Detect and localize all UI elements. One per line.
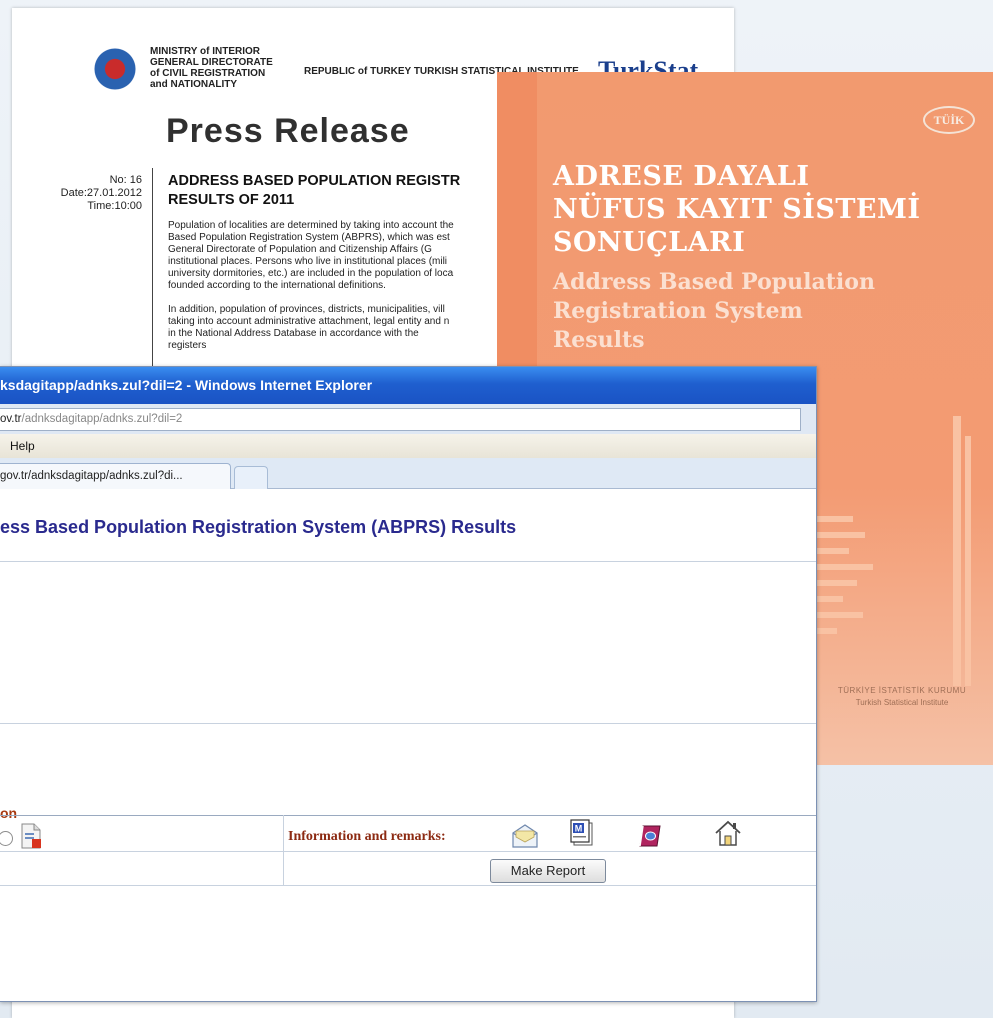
- menu-item-help[interactable]: Help: [10, 434, 35, 458]
- browser-window: ksdagitapp/adnks.zul?dil=2 - Windows Int…: [0, 366, 817, 1002]
- tab-bar: gov.tr/adnksdagitapp/adnks.zul?di...: [0, 458, 816, 489]
- cover-publisher-turkish: TÜRKİYE İSTATİSTİK KURUMU: [837, 686, 967, 695]
- envelope-icon[interactable]: [510, 823, 540, 849]
- new-tab-button[interactable]: [234, 466, 268, 489]
- content-divider: [0, 723, 816, 724]
- section-label-fragment: on: [0, 805, 18, 821]
- address-domain: ov.tr: [0, 413, 22, 425]
- address-path: /adnksdagitapp/adnks.zul?dil=2: [21, 413, 183, 425]
- home-icon[interactable]: [714, 819, 742, 847]
- address-bar-row: ov.tr/adnksdagitapp/adnks.zul?dil=2: [0, 404, 816, 435]
- press-release-meta: No: 16 Date:27.01.2012 Time:10:00: [60, 174, 142, 212]
- document-chart-icon[interactable]: [20, 823, 42, 849]
- cover-publisher-english: Turkish Statistical Institute: [855, 698, 949, 707]
- panel-divider: [0, 851, 816, 852]
- panel-divider: [0, 815, 816, 816]
- tab-adnks[interactable]: gov.tr/adnksdagitapp/adnks.zul?di...: [0, 463, 231, 489]
- book-icon[interactable]: [638, 823, 664, 849]
- meta-divider: [152, 168, 153, 373]
- browser-title: ksdagitapp/adnks.zul?dil=2 - Windows Int…: [0, 377, 373, 393]
- report-format-radio[interactable]: [0, 831, 13, 846]
- panel-column-divider: [283, 815, 284, 885]
- press-release-headline: ADDRESS BASED POPULATION REGISTR RESULTS…: [168, 173, 461, 208]
- info-remarks-label: Information and remarks:: [288, 829, 446, 844]
- browser-title-bar[interactable]: ksdagitapp/adnks.zul?dil=2 - Windows Int…: [0, 367, 816, 404]
- ministry-seal-logo: [92, 46, 138, 92]
- m-document-icon[interactable]: M: [568, 819, 596, 847]
- cover-title-english: Address Based Population Registration Sy…: [553, 269, 875, 353]
- svg-text:M: M: [575, 824, 583, 834]
- panel-divider: [0, 885, 816, 886]
- ministry-name: MINISTRY of INTERIOR GENERAL DIRECTORATE…: [150, 46, 273, 90]
- press-release-body: Population of localities are determined …: [168, 220, 454, 351]
- menu-bar: Help: [0, 434, 816, 459]
- page-title: ess Based Population Registration System…: [0, 517, 517, 537]
- content-divider: [0, 561, 816, 562]
- address-bar[interactable]: ov.tr/adnksdagitapp/adnks.zul?dil=2: [0, 408, 801, 431]
- cover-title-turkish: ADRESE DAYALI NÜFUS KAYIT SİSTEMİ SONUÇL…: [553, 161, 921, 258]
- tuik-logo: TÜİK: [923, 106, 975, 134]
- press-release-title: Press Release: [166, 112, 410, 150]
- make-report-button[interactable]: Make Report: [490, 859, 606, 883]
- cover-decorative-bars: [813, 416, 983, 706]
